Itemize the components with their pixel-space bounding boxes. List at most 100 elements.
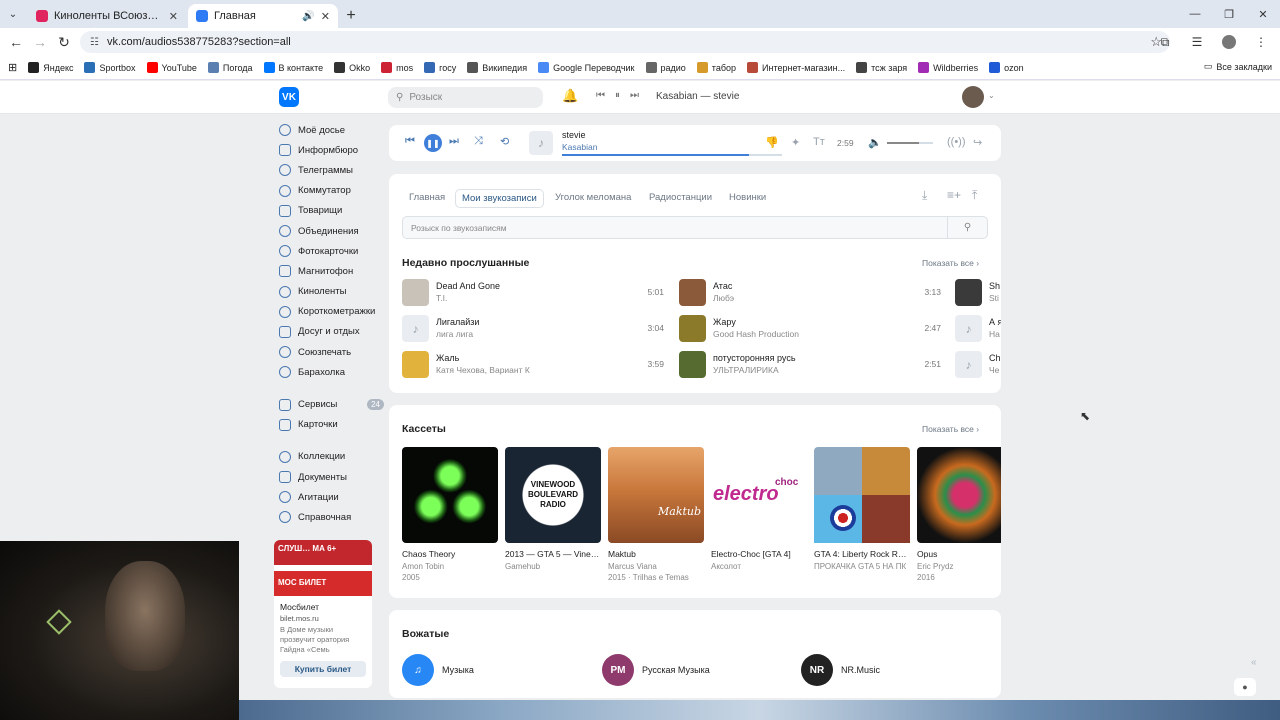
upload-icon[interactable]: ⤒ (972, 188, 977, 203)
track-artist[interactable]: Че (989, 365, 999, 375)
add-playlist-icon[interactable]: ≡+ (947, 188, 961, 202)
audio-search-input[interactable]: Розыск по звукозаписям (402, 216, 988, 239)
track-artist[interactable]: T.I. (436, 293, 447, 303)
broadcast-icon[interactable]: ((•)) (947, 136, 966, 148)
album-card[interactable]: Opus Eric Prydz 2016 (917, 447, 1001, 582)
track-artist[interactable]: На (989, 329, 1000, 339)
nav-item[interactable]: Телеграммы (279, 160, 384, 180)
bookmark-item[interactable]: табор (696, 62, 736, 73)
track-artist[interactable]: Sti (989, 293, 999, 303)
track-artist[interactable]: лига лига (436, 329, 473, 339)
bookmark-item[interactable]: тсж заря (856, 62, 907, 73)
user-avatar[interactable] (962, 86, 984, 108)
track-row[interactable]: ♪ Ch Че (955, 351, 1001, 379)
nav-item[interactable]: Досуг и отдых (279, 322, 384, 342)
now-playing-artist[interactable]: Kasabian (562, 142, 597, 152)
browser-tab-active[interactable]: Главная 🔊 ✕ (188, 4, 338, 28)
share-icon[interactable]: ↪ (973, 136, 982, 149)
shuffle-icon[interactable]: ⤨ (474, 135, 483, 148)
dislike-icon[interactable]: 👎 (765, 136, 779, 149)
curator-item[interactable]: ♫ Музыка (402, 654, 474, 686)
notifications-bell-icon[interactable]: 🔔 (562, 88, 578, 104)
bookmark-item[interactable]: Wildberries (918, 62, 978, 73)
nav-item[interactable]: Фотокарточки (279, 241, 384, 261)
track-artist[interactable]: Любэ (713, 293, 734, 303)
back-icon[interactable]: ← (4, 30, 28, 54)
nav-item[interactable]: Магнитофон (279, 261, 384, 281)
extensions-icon[interactable]: ⧉ (1152, 30, 1178, 54)
nav-item[interactable]: Информбюро (279, 140, 384, 160)
volume-icon[interactable]: 🔈 (868, 136, 882, 149)
bookmark-item[interactable]: госу (424, 62, 456, 73)
url-field[interactable]: ☷ vk.com/audios538775283?section=all ☆ (80, 31, 1170, 53)
curator-item[interactable]: PM Русская Музыка (602, 654, 710, 686)
pause-button[interactable]: ❚❚ (424, 134, 442, 152)
reload-icon[interactable]: ↻ (52, 30, 76, 54)
nav-item[interactable]: Короткометражки (279, 302, 384, 322)
mini-player-title[interactable]: Kasabian — stevie (656, 91, 739, 102)
track-row[interactable]: Sh Sti (955, 279, 1001, 307)
collapse-chevron-icon[interactable]: « (1251, 657, 1257, 668)
tab-search-icon[interactable]: ⌄ (0, 0, 26, 28)
close-window-icon[interactable]: ✕ (1246, 0, 1280, 28)
curator-item[interactable]: NR NR.Music (801, 654, 880, 686)
bookmark-item[interactable]: Okko (334, 62, 370, 73)
browser-tab[interactable]: Киноленты ВСоюзе — смотре ✕ (28, 4, 186, 28)
album-card[interactable]: GTA 4: Liberty Rock Radio ПРОКАЧКА GTA 5… (814, 447, 910, 571)
ai-sparkle-icon[interactable]: ✦ (791, 136, 800, 149)
album-card[interactable]: choc electro Electro-Choc [GTA 4] Аксоло… (711, 447, 807, 571)
nav-item-services[interactable]: Сервисы 24 (279, 394, 384, 414)
bookmark-item[interactable]: YouTube (146, 62, 197, 73)
album-card[interactable]: Maktub Maktub Marcus Viana 2015 · Trilha… (608, 447, 704, 582)
mini-prev-icon[interactable]: ⏮ (596, 90, 605, 101)
track-row[interactable]: Жару Good Hash Production 2:47 (679, 315, 941, 343)
track-row[interactable]: Dead And Gone T.I. 5:01 (402, 279, 664, 307)
bookmark-item[interactable]: mos (381, 62, 413, 73)
volume-slider[interactable] (887, 142, 933, 144)
album-card[interactable]: VINEWOOD BOULEVARD RADIO 2013 — GTA 5 — … (505, 447, 601, 571)
profile-avatar[interactable] (1222, 35, 1236, 49)
bookmark-item[interactable]: Интернет-магазин... (747, 62, 845, 73)
bookmark-item[interactable]: ozon (989, 62, 1024, 73)
music-tab[interactable]: Мои звукозаписи (455, 189, 544, 208)
chat-bubble-button[interactable]: ● (1234, 678, 1256, 696)
track-artist[interactable]: УЛЬТРАЛИРИКА (713, 365, 779, 375)
bookmark-item[interactable]: Google Переводчик (538, 62, 635, 73)
audio-search-button[interactable]: ⚲ (947, 217, 987, 238)
minimize-icon[interactable]: — (1178, 0, 1212, 28)
reading-list-icon[interactable]: ☰ (1184, 30, 1210, 54)
bookmark-item[interactable]: В контакте (263, 62, 323, 73)
bookmark-item[interactable]: Погода (207, 62, 253, 73)
site-info-icon[interactable]: ☷ (90, 37, 99, 48)
nav-item[interactable]: Объединения (279, 221, 384, 241)
nav-item[interactable]: Киноленты (279, 282, 384, 302)
mini-pause-icon[interactable]: ⏸ (615, 90, 620, 101)
bookmark-item[interactable]: Яндекс (28, 62, 73, 73)
all-bookmarks[interactable]: ▭ Все закладки (1204, 61, 1272, 72)
nav-item[interactable]: Коллекции (279, 447, 384, 467)
nav-item[interactable]: Справочная (279, 507, 384, 527)
music-tab[interactable]: Радиостанции (643, 189, 718, 206)
tab-close-icon[interactable]: ✕ (169, 10, 178, 23)
ad-card[interactable]: СЛУШ… МА 6+ МОС БИЛЕТ Мосбилет bilet.mos… (274, 540, 372, 688)
music-tab[interactable]: Главная (403, 189, 451, 206)
next-track-icon[interactable]: ⏭ (449, 135, 459, 148)
prev-track-icon[interactable]: ⏮ (405, 135, 415, 148)
music-tab[interactable]: Уголок меломана (549, 189, 637, 206)
bookmark-item[interactable]: Sportbox (84, 62, 136, 73)
chevron-down-icon[interactable]: ⌄ (988, 91, 995, 100)
track-row[interactable]: Жаль Катя Чехова, Вариант К 3:59 (402, 351, 664, 379)
album-card[interactable]: Chaos Theory Amon Tobin 2005 (402, 447, 498, 582)
track-row[interactable]: потусторонняя русь УЛЬТРАЛИРИКА 2:51 (679, 351, 941, 379)
nav-item[interactable]: Барахолка (279, 362, 384, 382)
track-row[interactable]: ♪ Лигалайзи лига лига 3:04 (402, 315, 664, 343)
nav-item[interactable]: Моё досье (279, 120, 384, 140)
lyrics-icon[interactable]: Tт (813, 136, 825, 148)
music-tab[interactable]: Новинки (723, 189, 772, 206)
menu-kebab-icon[interactable]: ⋮ (1248, 30, 1274, 54)
nav-item[interactable]: Документы (279, 467, 384, 487)
nav-item[interactable]: Коммутатор (279, 181, 384, 201)
tab-close-icon[interactable]: ✕ (321, 10, 330, 23)
repeat-icon[interactable]: ⟲ (500, 135, 509, 148)
track-progress-bar[interactable] (562, 154, 782, 156)
